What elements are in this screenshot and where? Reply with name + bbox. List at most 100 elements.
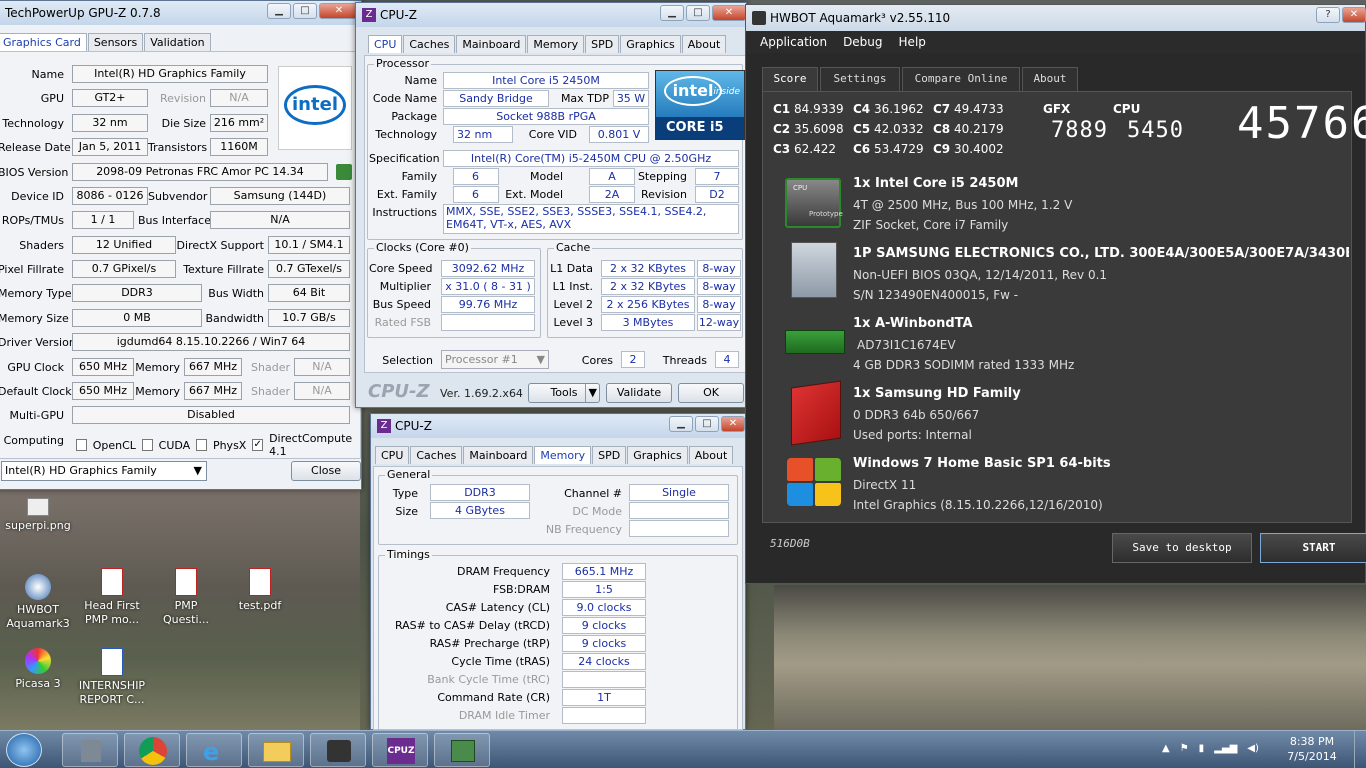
tab-about[interactable]: About <box>681 35 727 53</box>
tab-about[interactable]: About <box>1022 67 1078 91</box>
taskbar-cpuz[interactable]: CPUZ <box>372 733 428 767</box>
minimize-button[interactable]: ▁ <box>669 416 693 432</box>
taskbar-chrome[interactable] <box>124 733 180 767</box>
ok-button[interactable]: OK <box>678 383 744 403</box>
maximize-button[interactable]: □ <box>293 3 317 19</box>
taskbar-hwbot[interactable] <box>310 733 366 767</box>
help-button[interactable]: ? <box>1316 7 1340 23</box>
maximize-button[interactable]: □ <box>695 416 719 432</box>
minimize-button[interactable]: ▁ <box>267 3 291 19</box>
tab-caches[interactable]: Caches <box>410 446 463 464</box>
start-orb-button[interactable] <box>6 733 42 767</box>
tab-about[interactable]: About <box>688 446 734 464</box>
gpu-select-dropdown[interactable]: Intel(R) HD Graphics Family ▼ <box>1 461 207 481</box>
physx-checkbox[interactable] <box>196 439 207 451</box>
close-window-button[interactable]: ✕ <box>721 416 745 432</box>
desktop-icon-pmp[interactable]: PMP Questi... <box>150 568 222 627</box>
desktop-icon-headfirst[interactable]: Head First PMP mo... <box>76 568 148 627</box>
tab-mainboard[interactable]: Mainboard <box>463 446 534 464</box>
tools-button[interactable]: Tools ▼ <box>528 383 600 403</box>
tab-graphics-card[interactable]: Graphics Card <box>0 33 87 51</box>
save-to-desktop-button[interactable]: Save to desktop <box>1112 533 1252 563</box>
hwbot-icon <box>327 740 351 762</box>
pixel-fillrate-label: Pixel Fillrate <box>0 263 64 276</box>
desktop-icon-superpi[interactable]: superpi.png <box>2 498 74 533</box>
tab-settings[interactable]: Settings <box>820 67 900 91</box>
tab-validation[interactable]: Validation <box>144 33 211 51</box>
default-memory-value: 667 MHz <box>184 382 242 400</box>
bus-speed-value: 99.76 MHz <box>441 296 535 313</box>
bios-save-icon[interactable] <box>336 164 352 180</box>
codename-value: Sandy Bridge <box>443 90 549 107</box>
window-title: CPU-Z <box>380 8 417 22</box>
menu-help[interactable]: Help <box>899 35 926 49</box>
desktop-icon-testpdf[interactable]: test.pdf <box>224 568 296 613</box>
cuda-checkbox[interactable] <box>141 439 153 451</box>
tab-memory[interactable]: Memory <box>534 446 592 464</box>
close-window-button[interactable]: ✕ <box>1342 7 1366 23</box>
desktop-icon-hwbot[interactable]: HWBOT Aquamark3 <box>2 574 74 631</box>
size-label: Size <box>395 505 418 518</box>
desktop-icon-internship[interactable]: INTERNSHIP REPORT C... <box>76 648 148 707</box>
word-doc-icon <box>101 648 123 676</box>
close-window-button[interactable]: ✕ <box>319 3 359 19</box>
codename-label: Code Name <box>372 92 437 105</box>
bios-version-label: BIOS Version <box>0 166 69 179</box>
tab-cpu[interactable]: CPU <box>368 35 403 53</box>
tab-cpu[interactable]: CPU <box>375 446 410 464</box>
default-clock-value: 650 MHz <box>72 382 134 400</box>
opencl-checkbox[interactable] <box>76 439 87 451</box>
maximize-button[interactable]: □ <box>686 5 710 21</box>
show-hidden-icons-icon[interactable]: ▲ <box>1162 743 1170 754</box>
taskbar-server-manager[interactable] <box>62 733 118 767</box>
hwbot-titlebar[interactable]: HWBOT Aquamark³ v2.55.110 <box>746 5 1365 31</box>
taskbar-gpuz[interactable] <box>434 733 490 767</box>
tab-graphics[interactable]: Graphics <box>620 35 681 53</box>
processor-select[interactable]: Processor #1 ▼ <box>441 350 549 369</box>
result-hash: 516D0B <box>770 537 810 550</box>
tab-caches[interactable]: Caches <box>403 35 456 53</box>
tab-compare-online[interactable]: Compare Online <box>902 67 1020 91</box>
taskbar-ie[interactable]: e <box>186 733 242 767</box>
clocks-group-title: Clocks (Core #0) <box>374 241 471 254</box>
type-value: DDR3 <box>430 484 530 501</box>
validate-button[interactable]: Validate <box>606 383 672 403</box>
network-signal-icon[interactable]: ▂▄▆ <box>1214 743 1237 754</box>
start-button[interactable]: START <box>1260 533 1366 563</box>
stepping-value: 7 <box>695 168 739 185</box>
cpu-chip-icon: CPU Prototype <box>785 178 843 228</box>
tab-sensors[interactable]: Sensors <box>87 33 144 51</box>
memory-item-heading: 1x A-WinbondTA <box>853 316 973 331</box>
taskbar-explorer[interactable] <box>248 733 304 767</box>
tab-spd[interactable]: SPD <box>585 35 620 53</box>
minimize-button[interactable]: ▁ <box>660 5 684 21</box>
close-window-button[interactable]: ✕ <box>712 5 746 21</box>
action-center-flag-icon[interactable]: ⚑ <box>1180 743 1189 754</box>
level3-ways: 12-way <box>697 314 741 331</box>
menu-application[interactable]: Application <box>760 35 827 49</box>
gpu-select-value: Intel(R) HD Graphics Family <box>5 464 157 477</box>
device-icon[interactable]: ▮ <box>1199 743 1205 754</box>
tab-spd[interactable]: SPD <box>592 446 627 464</box>
intel-logo: intel <box>278 66 352 150</box>
dc-mode-value <box>629 502 729 519</box>
technology-value: 32 nm <box>453 126 513 143</box>
tab-graphics[interactable]: Graphics <box>627 446 688 464</box>
gpu-clock-value: 650 MHz <box>72 358 134 376</box>
desktop-icon-picasa[interactable]: Picasa 3 <box>2 648 74 691</box>
directx-value: 10.1 / SM4.1 <box>268 236 350 254</box>
timing-value: 1T <box>562 689 646 706</box>
volume-icon[interactable]: ◀) <box>1247 743 1259 754</box>
tab-memory[interactable]: Memory <box>527 35 585 53</box>
show-desktop-button[interactable] <box>1354 731 1366 768</box>
package-value: Socket 988B rPGA <box>443 108 649 125</box>
gpuz-close-button[interactable]: Close <box>291 461 361 481</box>
gpuz-icon <box>451 740 475 762</box>
directcompute-checkbox[interactable]: ✓ <box>252 439 264 451</box>
c9-score: C9 30.4002 <box>933 142 1004 156</box>
tab-mainboard[interactable]: Mainboard <box>456 35 527 53</box>
tab-score[interactable]: Score <box>762 67 818 91</box>
selection-label: Selection <box>382 354 433 367</box>
clock[interactable]: 8:38 PM 7/5/2014 <box>1282 734 1342 764</box>
menu-debug[interactable]: Debug <box>843 35 882 49</box>
